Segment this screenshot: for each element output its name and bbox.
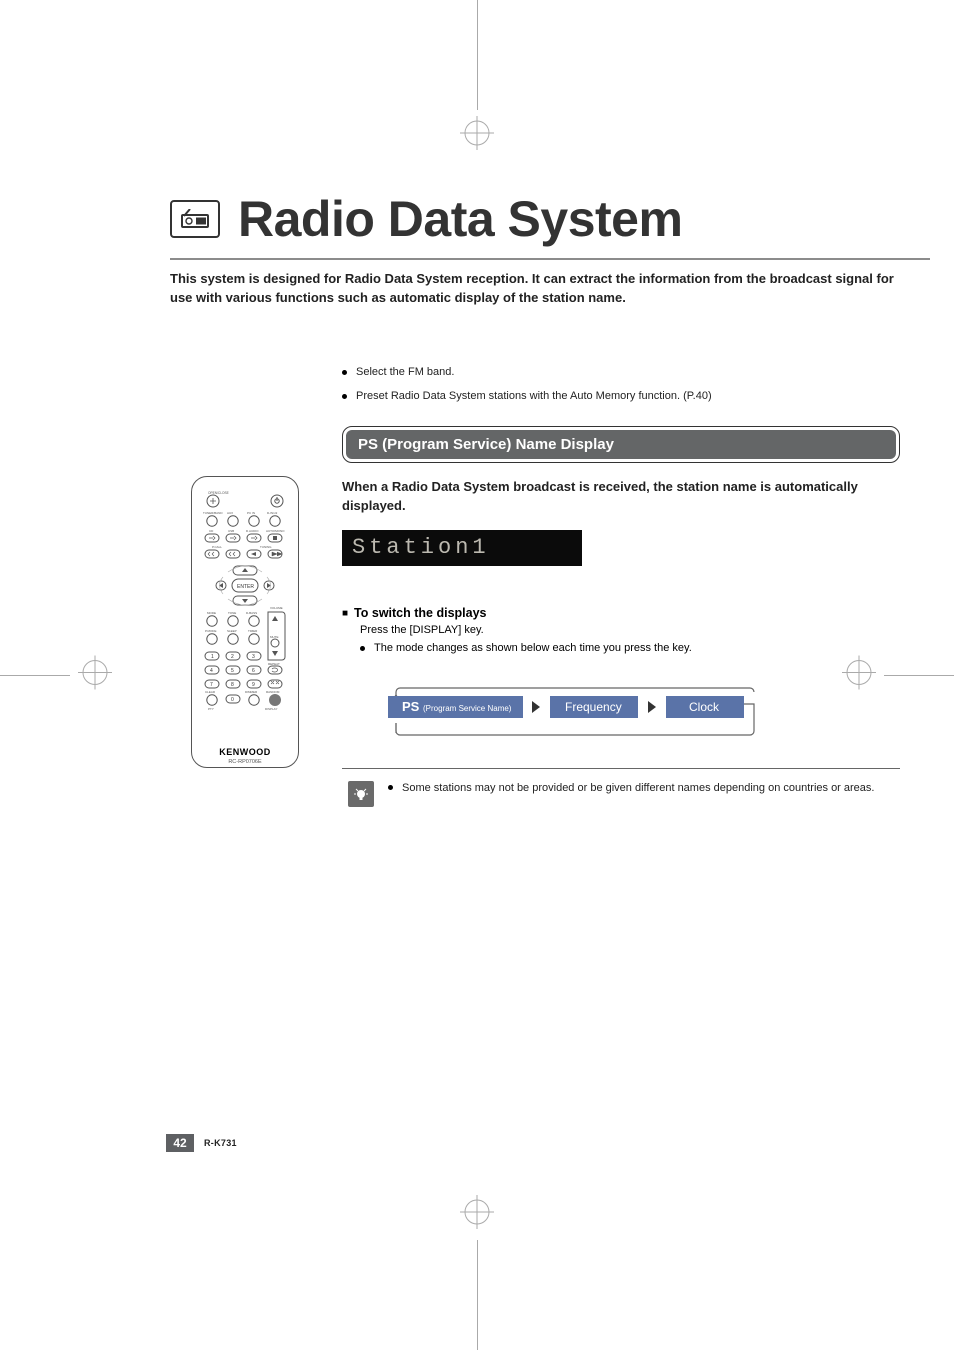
svg-text:TIMER: TIMER: [248, 629, 258, 633]
flow-step-3: Clock: [689, 700, 720, 714]
svg-text:AUX: AUX: [227, 511, 233, 515]
crop-mark: [477, 1240, 478, 1350]
crop-mark: [477, 0, 478, 110]
remote-control-diagram: OPEN/CLOSE TUNER/BAND AUX PC IN D-IN1/2 CD U…: [191, 476, 299, 768]
svg-text:TUNER/BAND: TUNER/BAND: [203, 511, 223, 515]
remote-model: RC-RP0706E: [192, 759, 298, 765]
title-divider: [170, 258, 930, 260]
note-text: Some stations may not be provided or be …: [388, 781, 874, 796]
switch-displays-instruction: Press the [DISPLAY] key.: [360, 624, 900, 636]
registration-mark-left: [78, 656, 112, 695]
svg-text:PC IN: PC IN: [247, 511, 255, 515]
list-item: Select the FM band.: [342, 366, 900, 378]
svg-text:VOLUME: VOLUME: [270, 606, 283, 610]
lcd-text: Station1: [352, 535, 490, 560]
svg-text:SLEEP: SLEEP: [227, 629, 237, 633]
svg-text:DIMMER: DIMMER: [245, 690, 258, 694]
svg-text:4: 4: [210, 668, 213, 674]
svg-text:USB: USB: [228, 529, 234, 533]
svg-text:TONE: TONE: [228, 611, 236, 615]
svg-text:P.CALL: P.CALL: [212, 545, 222, 549]
section-heading-frame: PS (Program Service) Name Display: [342, 426, 900, 463]
section-heading: PS (Program Service) Name Display: [346, 430, 896, 459]
section-lead: When a Radio Data System broadcast is re…: [342, 477, 900, 516]
crop-mark: [0, 675, 70, 676]
remote-brand: KENWOOD: [192, 747, 298, 757]
svg-text:MODE: MODE: [207, 611, 216, 615]
flow-step-1-sub: (Program Service Name): [423, 704, 512, 713]
svg-text:ENTER: ENTER: [237, 584, 254, 590]
radio-section-icon: [170, 200, 220, 238]
page-title: Radio Data System: [238, 190, 682, 248]
svg-text:7: 7: [210, 682, 213, 688]
intro-text: This system is designed for Radio Data S…: [170, 270, 910, 308]
svg-text:5: 5: [231, 668, 234, 674]
svg-text:D-BASS: D-BASS: [246, 611, 257, 615]
svg-text:1: 1: [211, 654, 214, 660]
lcd-display: Station1: [342, 530, 582, 566]
svg-text:TUNING: TUNING: [260, 545, 272, 549]
svg-text:6: 6: [252, 668, 255, 674]
svg-text:D.AUDIO: D.AUDIO: [246, 529, 259, 533]
svg-text:9: 9: [252, 682, 255, 688]
preconditions-list: Select the FM band. Preset Radio Data Sy…: [342, 366, 900, 402]
svg-text:8: 8: [231, 682, 234, 688]
svg-text:3: 3: [252, 654, 255, 660]
registration-mark-top: [460, 116, 494, 155]
svg-text:MUTE: MUTE: [270, 635, 279, 639]
svg-text:CD: CD: [209, 529, 214, 533]
svg-text:P.MODE: P.MODE: [205, 629, 216, 633]
svg-text:RANDOM: RANDOM: [266, 690, 280, 694]
switch-displays-heading: To switch the displays: [342, 606, 900, 620]
svg-text:REPEAT: REPEAT: [268, 662, 280, 666]
registration-mark-bottom: [460, 1195, 494, 1234]
svg-text:D-IN1/2: D-IN1/2: [267, 511, 278, 515]
flow-step-1-main: PS: [402, 699, 420, 714]
list-item: Preset Radio Data System stations with t…: [342, 390, 900, 402]
display-mode-flow: PS (Program Service Name) Frequency Cloc…: [360, 678, 900, 738]
switch-displays-note: The mode changes as shown below each tim…: [360, 642, 900, 654]
svg-text:DISPLAY: DISPLAY: [265, 707, 277, 711]
svg-text:CLEAR: CLEAR: [205, 690, 216, 694]
svg-text:PTY: PTY: [208, 707, 214, 711]
svg-text:OPEN/CLOSE: OPEN/CLOSE: [208, 491, 229, 495]
svg-text:2: 2: [231, 654, 234, 660]
footer-model: R-K731: [204, 1138, 237, 1148]
svg-text:0: 0: [231, 697, 234, 703]
tip-lightbulb-icon: [348, 781, 374, 807]
page-number: 42: [166, 1134, 194, 1152]
flow-step-2: Frequency: [565, 700, 622, 714]
svg-text:AUTO/MONO: AUTO/MONO: [266, 529, 285, 533]
divider: [342, 768, 900, 769]
